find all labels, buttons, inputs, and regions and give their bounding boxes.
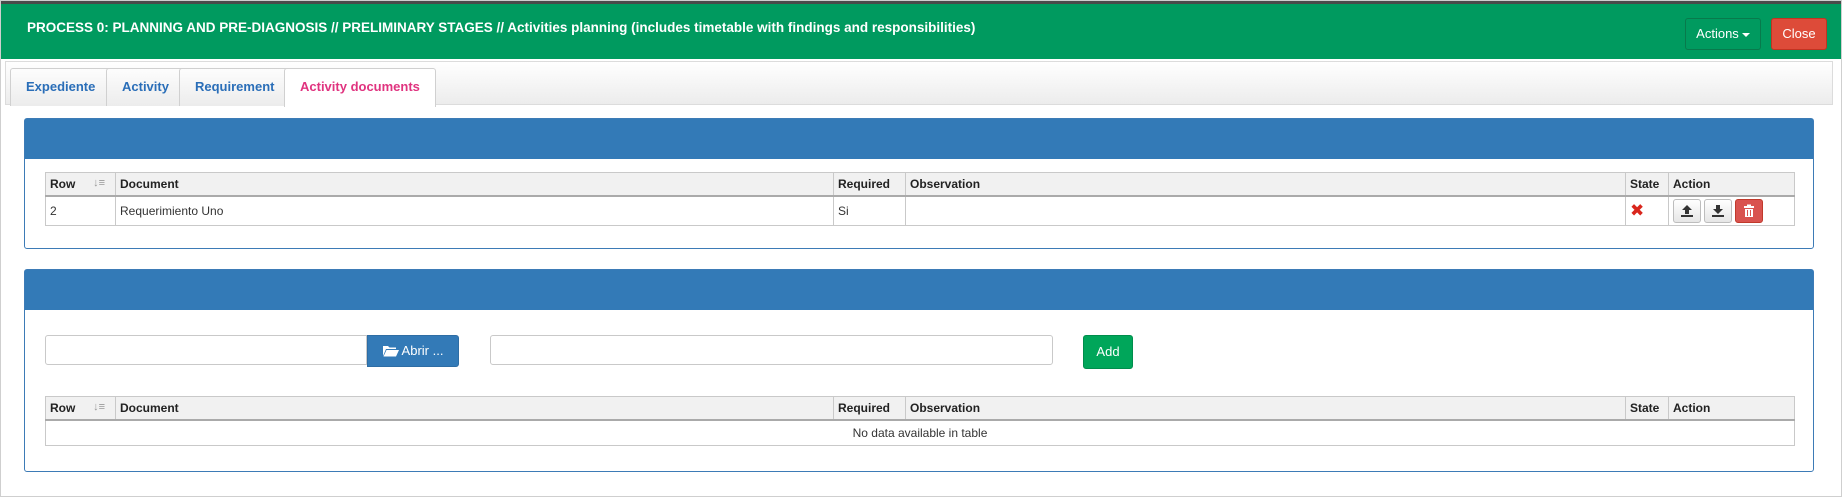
column-header-observation: Observation: [905, 396, 1626, 421]
column-header-action: Action: [1668, 396, 1795, 421]
cell-action: [1668, 195, 1795, 226]
upload-button[interactable]: [1673, 199, 1701, 223]
open-file-label: Abrir ...: [401, 343, 444, 358]
column-header-state: State: [1625, 172, 1669, 197]
documents-table: Row ↓≡ Document Required Observation Stat…: [45, 172, 1795, 226]
file-path-input[interactable]: [45, 335, 367, 365]
modal-header: PROCESS 0: PLANNING AND PRE-DIAGNOSIS //…: [1, 1, 1841, 59]
table-row: No data available in table: [45, 419, 1795, 446]
delete-button[interactable]: [1735, 199, 1763, 223]
cell-row: 2: [45, 195, 116, 226]
upload-form: Abrir ... Add: [25, 310, 1813, 470]
sort-icon: ↓≡: [93, 401, 105, 413]
caret-down-icon: [1741, 32, 1750, 37]
table-header-row: Row ↓≡ Document Required Observation Stat…: [45, 172, 1795, 197]
empty-table-message: No data available in table: [45, 419, 1795, 446]
observation-input[interactable]: [490, 335, 1053, 365]
download-icon: [1712, 205, 1724, 217]
column-header-row[interactable]: Row ↓≡: [45, 172, 116, 197]
cell-document: Requerimiento Uno: [115, 195, 834, 226]
column-header-required: Required: [833, 396, 906, 421]
open-file-button[interactable]: Abrir ...: [367, 335, 459, 367]
column-header-row[interactable]: Row ↓≡: [45, 396, 116, 421]
column-header-state: State: [1625, 396, 1669, 421]
column-header-observation: Observation: [905, 172, 1626, 197]
tab-activity-documents[interactable]: Activity documents: [284, 68, 436, 107]
column-header-document: Document: [115, 396, 834, 421]
tab-activity[interactable]: Activity: [106, 68, 185, 106]
tab-bar: Expediente Activity Requirement Activity…: [5, 61, 1833, 107]
table-header-row: Row ↓≡ Document Required Observation Stat…: [45, 396, 1795, 421]
cell-state: ✖: [1625, 195, 1669, 226]
cell-observation: [905, 195, 1626, 226]
tab-requirement[interactable]: Requirement: [179, 68, 291, 106]
actions-dropdown-button[interactable]: Actions: [1685, 18, 1761, 50]
upload-panel-heading: [25, 270, 1813, 310]
tab-expediente[interactable]: Expediente: [10, 68, 112, 106]
column-header-action: Action: [1668, 172, 1795, 197]
upload-panel: Abrir ... Add Row ↓≡ Document Required Ob…: [24, 269, 1814, 472]
folder-open-icon: [382, 346, 399, 357]
trash-icon: [1744, 204, 1754, 217]
table-row: 2 Requerimiento Uno Si ✖: [45, 195, 1795, 226]
upload-icon: [1681, 205, 1693, 217]
cell-required: Si: [833, 195, 906, 226]
documents-panel: Row ↓≡ Document Required Observation Stat…: [24, 118, 1814, 249]
documents-panel-heading: [25, 119, 1813, 159]
add-button[interactable]: Add: [1083, 335, 1133, 369]
modal-dialog: PROCESS 0: PLANNING AND PRE-DIAGNOSIS //…: [0, 0, 1842, 497]
uploaded-documents-table: Row ↓≡ Document Required Observation Stat…: [45, 396, 1795, 446]
close-button[interactable]: Close: [1771, 18, 1827, 50]
actions-label: Actions: [1696, 26, 1739, 41]
column-header-document: Document: [115, 172, 834, 197]
download-button[interactable]: [1704, 199, 1732, 223]
modal-title: PROCESS 0: PLANNING AND PRE-DIAGNOSIS //…: [27, 20, 976, 35]
column-header-required: Required: [833, 172, 906, 197]
sort-icon: ↓≡: [93, 177, 105, 189]
x-mark-icon: ✖: [1630, 201, 1645, 220]
